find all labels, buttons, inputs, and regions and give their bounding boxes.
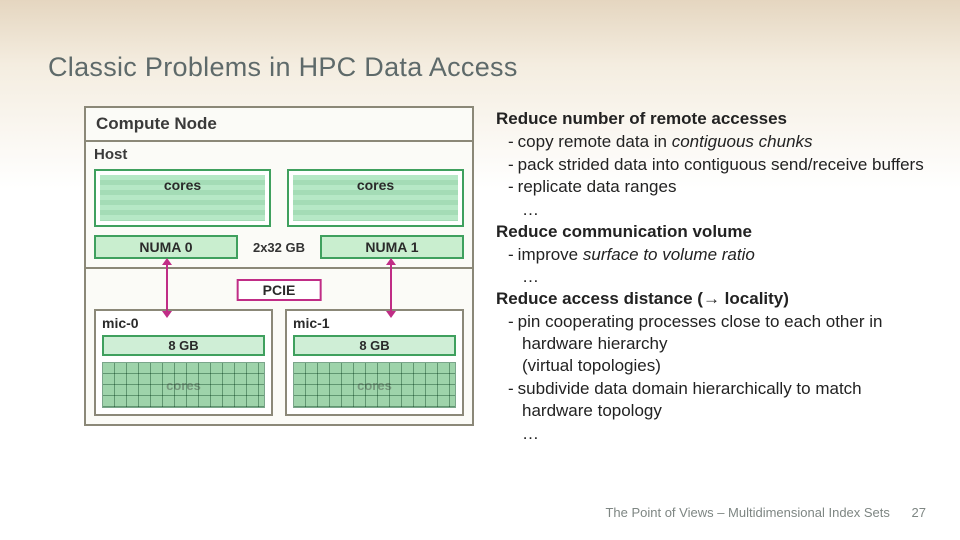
memory-label: 2x32 GB	[244, 240, 314, 255]
bullet-em: contiguous chunks	[672, 132, 813, 151]
dash: -	[508, 177, 518, 196]
ellipsis: …	[496, 266, 936, 288]
bullet-em: surface to volume ratio	[583, 245, 755, 264]
mic-1-label: mic-1	[293, 315, 456, 331]
bullet: pin cooperating processes close to each …	[518, 312, 883, 353]
pcie-arrow-right-icon	[390, 263, 392, 313]
pcie-arrow-left-icon	[166, 263, 168, 313]
dash: -	[508, 379, 518, 398]
page-number: 27	[912, 505, 926, 520]
bullet: pack strided data into contiguous send/r…	[518, 155, 924, 174]
bullet: copy remote data in	[518, 132, 672, 151]
bullet-text: Reduce number of remote accesses -copy r…	[496, 108, 936, 444]
ellipsis: …	[496, 423, 936, 445]
compute-node-label: Compute Node	[86, 108, 472, 142]
ellipsis: …	[496, 199, 936, 221]
mic-1-block: mic-1 8 GB cores	[285, 309, 464, 416]
heading-3: Reduce access distance (→ locality)	[496, 289, 789, 308]
bullet: replicate data ranges	[518, 177, 677, 196]
bullet: subdivide data domain hierarchically to …	[518, 379, 862, 420]
heading-2: Reduce communication volume	[496, 222, 752, 241]
cores-box-left: cores	[94, 169, 271, 227]
dash: -	[508, 132, 518, 151]
numa-1: NUMA 1	[320, 235, 464, 259]
cores-box-right: cores	[287, 169, 464, 227]
pcie-label: PCIE	[237, 279, 322, 301]
dash: -	[508, 312, 518, 331]
footer: The Point of Views – Multidimensional In…	[605, 505, 926, 520]
footer-text: The Point of Views – Multidimensional In…	[605, 505, 889, 520]
dash: -	[508, 245, 518, 264]
mic-0-cores: cores	[102, 362, 265, 408]
mic-0-label: mic-0	[102, 315, 265, 331]
cores-label: cores	[357, 175, 394, 193]
cores-label: cores	[164, 175, 201, 193]
host-block: Host cores cores NUMA 0 2x32 GB NUMA 1	[86, 142, 472, 269]
host-label: Host	[94, 146, 464, 163]
slide: Classic Problems in HPC Data Access Comp…	[0, 0, 960, 540]
numa-0: NUMA 0	[94, 235, 238, 259]
compute-node-diagram: Compute Node Host cores cores NUMA 0 2x3…	[84, 106, 474, 426]
heading-1: Reduce number of remote accesses	[496, 109, 787, 128]
dash: -	[508, 155, 518, 174]
mic-0-mem: 8 GB	[102, 335, 265, 356]
mic-0-block: mic-0 8 GB cores	[94, 309, 273, 416]
bullet-sub: (virtual topologies)	[496, 355, 936, 377]
mic-1-mem: 8 GB	[293, 335, 456, 356]
pcie-row: PCIE	[86, 269, 472, 309]
arrow-right-icon: →	[703, 289, 720, 308]
page-title: Classic Problems in HPC Data Access	[48, 52, 518, 83]
bullet: improve	[518, 245, 583, 264]
mic-1-cores: cores	[293, 362, 456, 408]
